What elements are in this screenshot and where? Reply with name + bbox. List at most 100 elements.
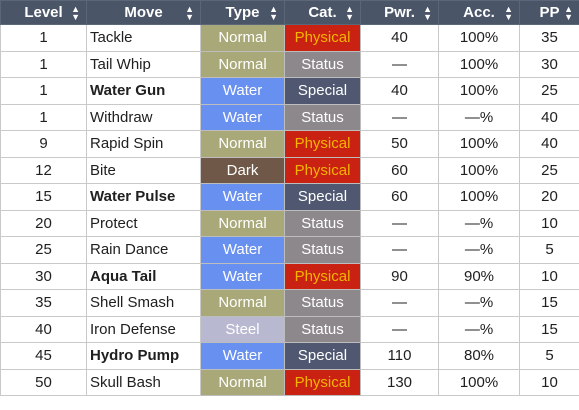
column-header-label: Move: [124, 4, 163, 21]
type-cell: Normal: [200, 50, 285, 78]
move-name-cell[interactable]: Rain Dance: [86, 236, 201, 264]
table-row: 30 Aqua Tail Water Physical 90 90% 10: [0, 262, 579, 290]
move-name-cell[interactable]: Hydro Pump: [86, 342, 201, 370]
accuracy-cell: 90%: [438, 262, 520, 290]
category-cell: Physical: [284, 24, 361, 52]
move-name-cell[interactable]: Shell Smash: [86, 289, 201, 317]
power-cell: 130: [360, 368, 439, 396]
move-name-cell[interactable]: Withdraw: [86, 103, 201, 131]
pp-cell: 25: [519, 156, 579, 184]
pp-cell: 35: [519, 24, 579, 52]
column-header-category[interactable]: Cat. ▲ ▼: [284, 0, 361, 25]
column-header-label: Type: [225, 4, 260, 21]
accuracy-cell: —%: [438, 289, 520, 317]
accuracy-cell: —%: [438, 315, 520, 343]
move-name-cell[interactable]: Rapid Spin: [86, 130, 201, 158]
column-header-level[interactable]: Level ▲ ▼: [0, 0, 87, 25]
type-cell: Normal: [200, 368, 285, 396]
accuracy-cell: 100%: [438, 156, 520, 184]
pp-cell: 30: [519, 50, 579, 78]
pp-cell: 40: [519, 130, 579, 158]
power-cell: —: [360, 315, 439, 343]
level-cell: 20: [0, 209, 87, 237]
move-name-cell[interactable]: Tail Whip: [86, 50, 201, 78]
table-row: 45 Hydro Pump Water Special 110 80% 5: [0, 342, 579, 370]
header-row: Level ▲ ▼ Move ▲ ▼ Type ▲ ▼ Cat. ▲ ▼ Pwr. ▲ ▼ Acc.…: [0, 0, 579, 25]
move-name-cell[interactable]: Iron Defense: [86, 315, 201, 343]
level-cell: 1: [0, 50, 87, 78]
power-cell: 40: [360, 77, 439, 105]
type-cell: Normal: [200, 209, 285, 237]
pp-cell: 5: [519, 342, 579, 370]
power-cell: 110: [360, 342, 439, 370]
type-cell: Water: [200, 342, 285, 370]
sort-arrows-icon[interactable]: ▲ ▼: [423, 5, 432, 22]
table-row: 35 Shell Smash Normal Status — —% 15: [0, 289, 579, 317]
pp-cell: 5: [519, 236, 579, 264]
pp-cell: 10: [519, 209, 579, 237]
level-cell: 1: [0, 103, 87, 131]
power-cell: 90: [360, 262, 439, 290]
table-row: 12 Bite Dark Physical 60 100% 25: [0, 156, 579, 184]
type-cell: Water: [200, 236, 285, 264]
category-cell: Special: [284, 342, 361, 370]
category-cell: Status: [284, 289, 361, 317]
table-row: 1 Water Gun Water Special 40 100% 25: [0, 77, 579, 105]
sort-arrows-icon[interactable]: ▲ ▼: [185, 5, 194, 22]
pp-cell: 10: [519, 368, 579, 396]
table-row: 40 Iron Defense Steel Status — —% 15: [0, 315, 579, 343]
type-cell: Steel: [200, 315, 285, 343]
type-cell: Water: [200, 262, 285, 290]
move-name-cell[interactable]: Tackle: [86, 24, 201, 52]
category-cell: Status: [284, 50, 361, 78]
column-header-power[interactable]: Pwr. ▲ ▼: [360, 0, 439, 25]
accuracy-cell: 100%: [438, 24, 520, 52]
pp-cell: 15: [519, 289, 579, 317]
power-cell: —: [360, 289, 439, 317]
sort-arrows-icon[interactable]: ▲ ▼: [504, 5, 513, 22]
category-cell: Special: [284, 183, 361, 211]
table-row: 15 Water Pulse Water Special 60 100% 20: [0, 183, 579, 211]
level-cell: 1: [0, 24, 87, 52]
move-name-cell[interactable]: Protect: [86, 209, 201, 237]
table-body: 1 Tackle Normal Physical 40 100% 35 1 Ta…: [0, 24, 579, 396]
column-header-label: Cat.: [308, 4, 337, 21]
move-name-cell[interactable]: Skull Bash: [86, 368, 201, 396]
type-cell: Water: [200, 183, 285, 211]
table-row: 1 Tackle Normal Physical 40 100% 35: [0, 24, 579, 52]
level-cell: 25: [0, 236, 87, 264]
column-header-pp[interactable]: PP ▲ ▼: [519, 0, 579, 25]
power-cell: 60: [360, 156, 439, 184]
table-row: 1 Tail Whip Normal Status — 100% 30: [0, 50, 579, 78]
column-header-accuracy[interactable]: Acc. ▲ ▼: [438, 0, 520, 25]
power-cell: —: [360, 103, 439, 131]
power-cell: —: [360, 209, 439, 237]
table-row: 25 Rain Dance Water Status — —% 5: [0, 236, 579, 264]
pp-cell: 40: [519, 103, 579, 131]
accuracy-cell: 100%: [438, 368, 520, 396]
move-name-cell[interactable]: Water Gun: [86, 77, 201, 105]
sort-arrows-icon[interactable]: ▲ ▼: [71, 5, 80, 22]
accuracy-cell: —%: [438, 236, 520, 264]
move-name-cell[interactable]: Aqua Tail: [86, 262, 201, 290]
category-cell: Status: [284, 315, 361, 343]
accuracy-cell: —%: [438, 103, 520, 131]
sort-arrows-icon[interactable]: ▲ ▼: [269, 5, 278, 22]
accuracy-cell: 100%: [438, 183, 520, 211]
column-header-label: Acc.: [463, 4, 495, 21]
move-name-cell[interactable]: Bite: [86, 156, 201, 184]
type-cell: Normal: [200, 24, 285, 52]
power-cell: —: [360, 236, 439, 264]
move-name-cell[interactable]: Water Pulse: [86, 183, 201, 211]
type-cell: Normal: [200, 130, 285, 158]
column-header-type[interactable]: Type ▲ ▼: [200, 0, 285, 25]
pp-cell: 20: [519, 183, 579, 211]
power-cell: 40: [360, 24, 439, 52]
table-row: 20 Protect Normal Status — —% 10: [0, 209, 579, 237]
level-cell: 1: [0, 77, 87, 105]
sort-arrows-icon[interactable]: ▲ ▼: [564, 5, 573, 22]
column-header-move[interactable]: Move ▲ ▼: [86, 0, 201, 25]
level-cell: 40: [0, 315, 87, 343]
sort-arrows-icon[interactable]: ▲ ▼: [345, 5, 354, 22]
level-cell: 35: [0, 289, 87, 317]
